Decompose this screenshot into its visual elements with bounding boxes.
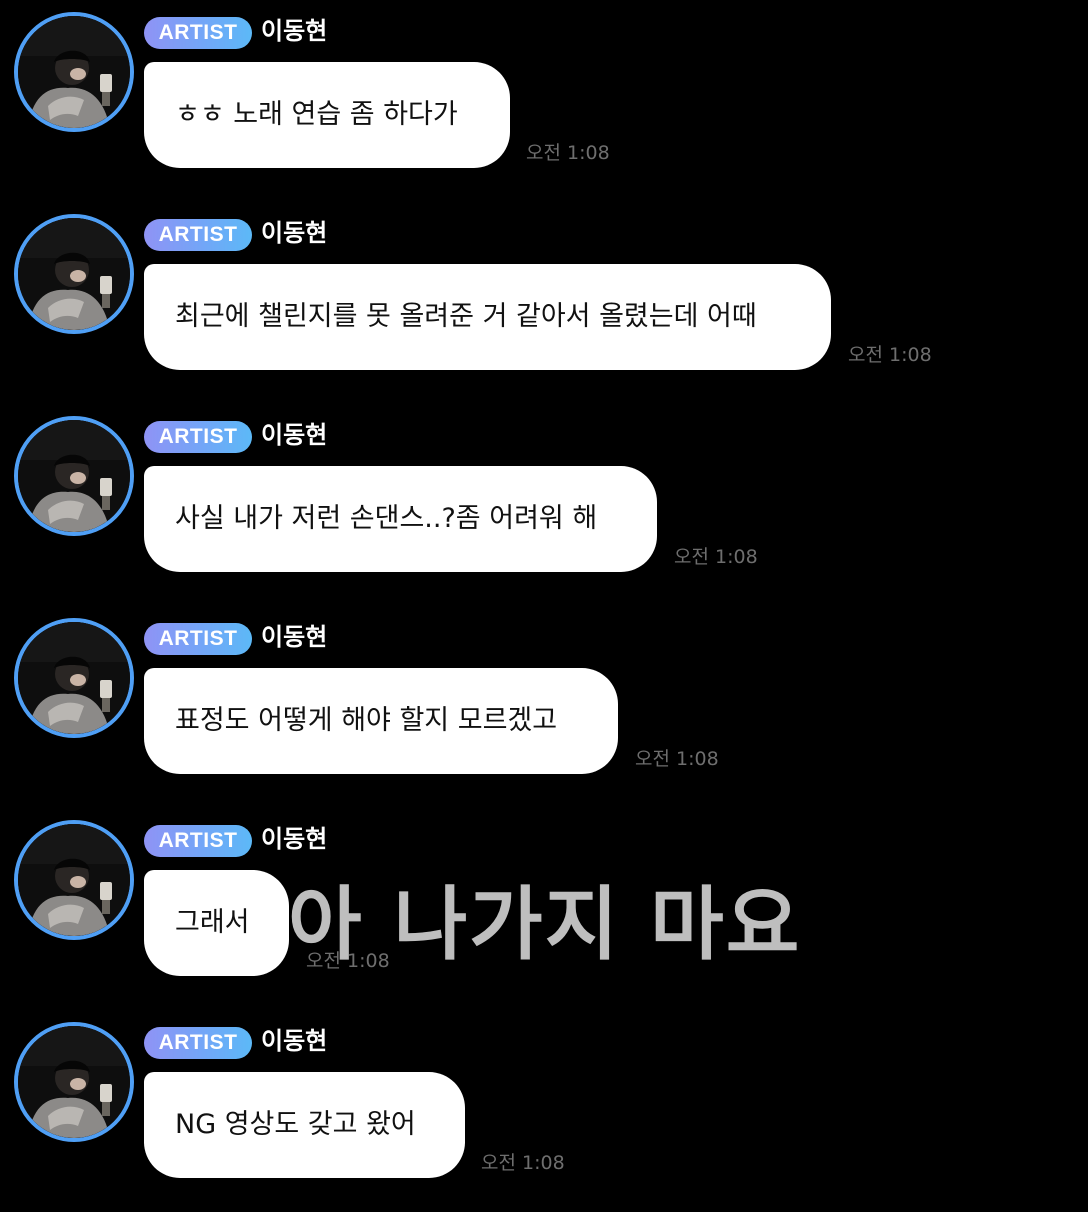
avatar[interactable] xyxy=(14,618,134,738)
message-bubble[interactable]: ㅎㅎ 노래 연습 좀 하다가 xyxy=(144,62,510,168)
profile-photo-icon xyxy=(18,824,130,936)
message-bubble[interactable]: 최근에 챌린지를 못 올려준 거 같아서 올렸는데 어때 xyxy=(144,264,831,370)
artist-badge: ARTIST xyxy=(144,1027,252,1059)
profile-photo-icon xyxy=(18,16,130,128)
profile-photo-icon xyxy=(18,420,130,532)
avatar[interactable] xyxy=(14,12,134,132)
message-timestamp: 오전 1:08 xyxy=(848,344,932,366)
chat-message: ARTIST 이동현 최근에 챌린지를 못 올려준 거 같아서 올렸는데 어때 … xyxy=(0,202,1088,404)
message-timestamp: 오전 1:08 xyxy=(635,748,719,770)
chat-message-list: ARTIST 이동현 ㅎㅎ 노래 연습 좀 하다가 오전 1:08 ARTIST… xyxy=(0,0,1088,1200)
message-bubble[interactable]: 그래서 xyxy=(144,870,289,976)
sender-name: 이동현 xyxy=(261,825,328,853)
message-timestamp: 오전 1:08 xyxy=(481,1152,565,1174)
profile-photo-icon xyxy=(18,622,130,734)
artist-badge: ARTIST xyxy=(144,421,252,453)
profile-photo-icon xyxy=(18,1026,130,1138)
message-bubble[interactable]: 사실 내가 저런 손댄스..?좀 어려워 해 xyxy=(144,466,657,572)
avatar[interactable] xyxy=(14,214,134,334)
chat-message: ARTIST 이동현 NG 영상도 갖고 왔어 오전 1:08 xyxy=(0,1010,1088,1212)
sender-name: 이동현 xyxy=(261,623,328,651)
overlay-caption: 아 나가지 마요 xyxy=(288,878,802,971)
sender-name: 이동현 xyxy=(261,219,328,247)
artist-badge: ARTIST xyxy=(144,825,252,857)
avatar[interactable] xyxy=(14,1022,134,1142)
profile-photo-icon xyxy=(18,218,130,330)
artist-badge: ARTIST xyxy=(144,219,252,251)
artist-badge: ARTIST xyxy=(144,17,252,49)
message-bubble[interactable]: NG 영상도 갖고 왔어 xyxy=(144,1072,465,1178)
chat-message: ARTIST 이동현 사실 내가 저런 손댄스..?좀 어려워 해 오전 1:0… xyxy=(0,404,1088,606)
avatar[interactable] xyxy=(14,820,134,940)
sender-name: 이동현 xyxy=(261,1027,328,1055)
artist-badge: ARTIST xyxy=(144,623,252,655)
sender-name: 이동현 xyxy=(261,17,328,45)
chat-message: ARTIST 이동현 ㅎㅎ 노래 연습 좀 하다가 오전 1:08 xyxy=(0,0,1088,202)
sender-name: 이동현 xyxy=(261,421,328,449)
message-bubble[interactable]: 표정도 어떻게 해야 할지 모르겠고 xyxy=(144,668,618,774)
message-timestamp: 오전 1:08 xyxy=(674,546,758,568)
message-timestamp: 오전 1:08 xyxy=(526,142,610,164)
avatar[interactable] xyxy=(14,416,134,536)
chat-message: ARTIST 이동현 표정도 어떻게 해야 할지 모르겠고 오전 1:08 xyxy=(0,606,1088,808)
